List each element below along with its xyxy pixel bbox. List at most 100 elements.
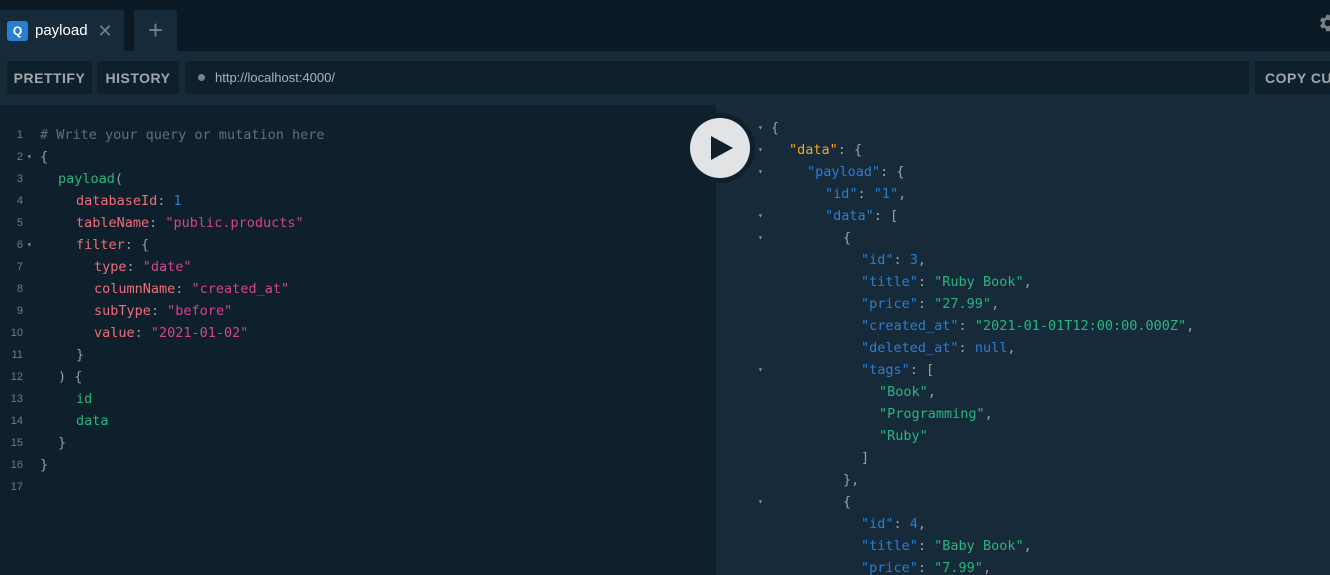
add-tab-button[interactable]: +	[134, 10, 177, 51]
editor-line[interactable]: 9 subType: "before"	[0, 300, 716, 322]
result-line: "created_at": "2021-01-01T12:00:00.000Z"…	[716, 315, 1330, 337]
result-line: "title": "Ruby Book",	[716, 271, 1330, 293]
editor-line[interactable]: 2 ▾ {	[0, 146, 716, 168]
fold-arrow-icon[interactable]: ▾	[758, 161, 763, 183]
code-text: }	[76, 344, 84, 366]
result-text: "id": "1",	[825, 183, 906, 205]
result-line: "Programming",	[716, 403, 1330, 425]
json-token: {	[843, 230, 852, 246]
endpoint-url-input[interactable]: http://localhost:4000/	[185, 61, 1249, 94]
editor-line[interactable]: 14 data	[0, 410, 716, 432]
fold-arrow-icon[interactable]: ▾	[27, 146, 32, 168]
result-text: "Programming",	[879, 403, 993, 425]
line-number: 7	[16, 261, 23, 273]
gear-icon[interactable]	[1316, 12, 1330, 34]
code-text: databaseId: 1	[76, 190, 182, 212]
fold-arrow-icon[interactable]: ▾	[758, 117, 763, 139]
code-token: {	[40, 149, 49, 165]
editor-line[interactable]: 11}	[0, 344, 716, 366]
code-token: :	[157, 193, 174, 209]
json-token: "id"	[825, 186, 858, 202]
result-text: "id": 4,	[861, 513, 926, 535]
result-text: "data": {	[789, 139, 862, 161]
code-token: : {	[124, 237, 150, 253]
code-token: type	[94, 259, 127, 275]
fold-arrow-icon[interactable]: ▾	[758, 491, 763, 513]
fold-arrow-icon[interactable]: ▾	[758, 205, 763, 227]
json-token: 3	[909, 252, 918, 268]
fold-arrow-icon[interactable]: ▾	[27, 234, 32, 256]
close-icon[interactable]: ✕	[98, 22, 113, 40]
editor-line[interactable]: 10 value: "2021-01-02"	[0, 322, 716, 344]
play-icon	[711, 136, 733, 160]
editor-line[interactable]: 15}	[0, 432, 716, 454]
result-text: {	[843, 227, 851, 249]
editor-line[interactable]: 3 payload(	[0, 168, 716, 190]
json-token: ,	[1023, 538, 1032, 554]
result-line: ▾{	[716, 227, 1330, 249]
fold-arrow-icon[interactable]: ▾	[758, 139, 763, 161]
editor-line[interactable]: 16}	[0, 454, 716, 476]
endpoint-url-text: http://localhost:4000/	[215, 70, 335, 85]
result-text: "Book",	[879, 381, 936, 403]
json-token: ]	[861, 450, 870, 466]
editor-line[interactable]: 6 ▾ filter: {	[0, 234, 716, 256]
code-token: "public.products"	[165, 215, 304, 231]
result-line: "title": "Baby Book",	[716, 535, 1330, 557]
result-line: "deleted_at": null,	[716, 337, 1330, 359]
result-text: "deleted_at": null,	[861, 337, 1015, 359]
editor-line[interactable]: 17	[0, 476, 716, 498]
code-token: }	[58, 435, 67, 451]
json-token: :	[917, 538, 935, 554]
result-line: "id": 3,	[716, 249, 1330, 271]
code-token: subType	[94, 303, 151, 319]
execute-query-button[interactable]	[685, 113, 755, 183]
code-text: # Write your query or mutation here	[40, 124, 324, 146]
toolbar: PRETTIFY HISTORY http://localhost:4000/ …	[0, 51, 1330, 105]
result-line: ]	[716, 447, 1330, 469]
json-token: "1"	[873, 186, 899, 202]
json-token: "id"	[861, 252, 894, 268]
result-text: "price": "27.99",	[861, 293, 999, 315]
line-number: 15	[10, 437, 23, 449]
code-token: "before"	[167, 303, 233, 319]
json-token: ,	[1007, 340, 1016, 356]
code-text: type: "date"	[94, 256, 192, 278]
editor-line[interactable]: 1 # Write your query or mutation here	[0, 124, 716, 146]
tab-label: payload	[35, 22, 88, 39]
json-token: "27.99"	[934, 296, 992, 312]
editor-line[interactable]: 8 columnName: "created_at"	[0, 278, 716, 300]
editor-line[interactable]: 5 tableName: "public.products"	[0, 212, 716, 234]
editor-line[interactable]: 13 id	[0, 388, 716, 410]
editor-line[interactable]: 12) {	[0, 366, 716, 388]
json-token: "title"	[861, 274, 918, 290]
query-editor[interactable]: 1 # Write your query or mutation here 2 ▾ {3…	[0, 105, 716, 575]
tab-payload[interactable]: Q payload ✕	[0, 10, 124, 51]
editor-line[interactable]: 4 databaseId: 1	[0, 190, 716, 212]
code-token: }	[40, 457, 49, 473]
result-line: ▾{	[716, 491, 1330, 513]
json-token: "2021-01-01T12:00:00.000Z"	[974, 318, 1187, 334]
code-token: value	[94, 325, 135, 341]
code-token: "date"	[142, 259, 192, 275]
code-text: tableName: "public.products"	[76, 212, 304, 234]
copy-curl-button[interactable]: COPY CURL	[1255, 61, 1330, 94]
result-line: "price": "7.99",	[716, 557, 1330, 575]
json-token: null	[974, 340, 1008, 356]
prettify-button[interactable]: PRETTIFY	[7, 61, 92, 94]
result-text: "tags": [	[861, 359, 934, 381]
status-dot-icon	[198, 74, 205, 81]
line-number: 3	[16, 173, 23, 185]
json-token: "title"	[861, 538, 918, 554]
json-token: :	[893, 516, 910, 532]
fold-arrow-icon[interactable]: ▾	[758, 227, 763, 249]
json-token: :	[917, 274, 935, 290]
fold-arrow-icon[interactable]: ▾	[758, 359, 763, 381]
history-button[interactable]: HISTORY	[97, 61, 179, 94]
line-number: 14	[10, 415, 23, 427]
json-token: ,	[1186, 318, 1195, 334]
code-text: filter: {	[76, 234, 149, 256]
editor-line[interactable]: 7 type: "date"	[0, 256, 716, 278]
code-token: # Write your query or mutation here	[40, 127, 325, 143]
result-line: ▾ "payload": {	[716, 161, 1330, 183]
